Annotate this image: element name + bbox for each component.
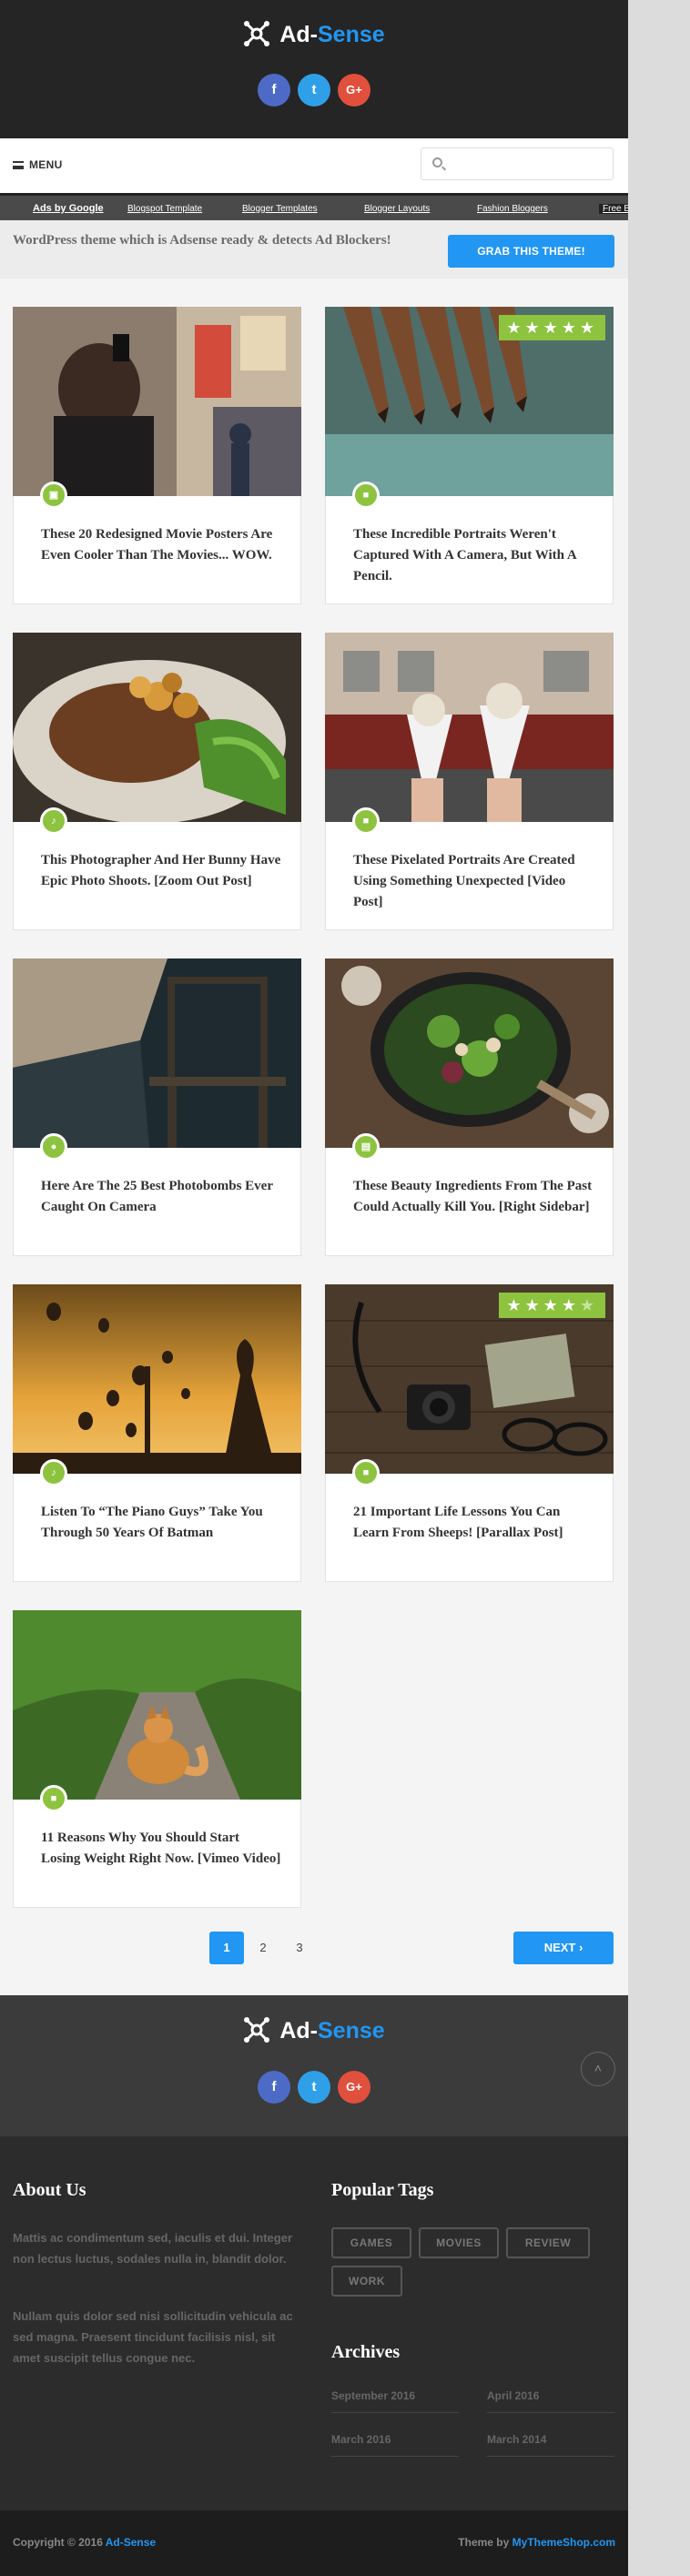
search-input[interactable] — [421, 147, 614, 180]
page: Ad-Sense f t G+ MENU Ads by Google Blogs… — [0, 0, 643, 2576]
facebook-icon[interactable]: f — [258, 74, 290, 106]
about-text: Nullam quis dolor sed nisi sollicitudin … — [13, 2309, 293, 2365]
tag-link[interactable]: REVIEW — [506, 2227, 590, 2258]
footer-social-links: f t G+ — [0, 2071, 628, 2104]
post-card[interactable]: ■ These Pixelated Portraits Are Created … — [325, 633, 614, 930]
post-card[interactable]: ★★★★★ ■ These Incredible Portraits Weren… — [325, 307, 614, 604]
post-thumbnail[interactable] — [13, 633, 301, 822]
gallery-icon: ▤ — [352, 1133, 380, 1161]
promo-text: WordPress theme which is Adsense ready &… — [13, 233, 391, 248]
theme-credit: Theme by MyThemeShop.com — [458, 2536, 615, 2549]
music-icon: ♪ — [40, 807, 67, 835]
about-text: Mattis ac condimentum sed, iaculis et du… — [13, 2231, 293, 2266]
footer-widgets: About Us Mattis ac condimentum sed, iacu… — [0, 2136, 628, 2510]
copyright: Copyright © 2016 Ad-Sense — [13, 2536, 156, 2549]
search-icon — [432, 157, 442, 167]
ad-links-bar: Ads by Google Blogspot Template Blogger … — [0, 193, 643, 220]
site-header: Ad-Sense f t G+ — [0, 0, 628, 138]
post-thumbnail[interactable] — [325, 633, 614, 822]
tag-link[interactable]: MOVIES — [419, 2227, 499, 2258]
post-title[interactable]: These Incredible Portraits Weren't Captu… — [353, 524, 594, 587]
ad-link[interactable]: Fashion Bloggers — [477, 204, 548, 214]
post-card[interactable]: ● Here Are The 25 Best Photobombs Ever C… — [13, 958, 301, 1256]
header-social-links: f t G+ — [0, 74, 628, 106]
post-title[interactable]: Listen To “The Piano Guys” Take You Thro… — [41, 1502, 282, 1544]
post-thumbnail[interactable] — [13, 307, 301, 496]
footer-bottom-bar: Copyright © 2016 Ad-Sense Theme by MyThe… — [0, 2510, 628, 2576]
post-title[interactable]: These Pixelated Portraits Are Created Us… — [353, 850, 594, 913]
page-link[interactable]: 3 — [282, 1932, 317, 1964]
archive-link[interactable]: April 2016 — [487, 2389, 614, 2413]
video-icon: ■ — [40, 1785, 67, 1812]
facebook-icon[interactable]: f — [258, 2071, 290, 2104]
twitter-icon[interactable]: t — [298, 74, 330, 106]
google-plus-icon[interactable]: G+ — [338, 74, 370, 106]
video-icon: ■ — [352, 1459, 380, 1486]
post-card[interactable]: ♪ This Photographer And Her Bunny Have E… — [13, 633, 301, 930]
post-title[interactable]: 21 Important Life Lessons You Can Learn … — [353, 1502, 594, 1544]
twitter-icon[interactable]: t — [298, 2071, 330, 2104]
post-thumbnail[interactable] — [13, 1284, 301, 1474]
brand-part1: Ad- — [279, 2018, 318, 2044]
page-link[interactable]: 2 — [246, 1932, 280, 1964]
archive-link[interactable]: September 2016 — [331, 2389, 459, 2413]
post-card[interactable]: ▤ These Beauty Ingredients From The Past… — [325, 958, 614, 1256]
archive-link[interactable]: March 2016 — [331, 2433, 459, 2457]
copyright-prefix: Copyright © 2016 — [13, 2536, 103, 2549]
tags-heading: Popular Tags — [331, 2180, 434, 2200]
star-rating: ★★★★★ — [499, 315, 605, 340]
video-icon: ■ — [352, 482, 380, 509]
brand-part2: Sense — [317, 22, 385, 47]
ad-link[interactable]: Blogger Templates — [242, 204, 318, 214]
video-icon: ■ — [352, 807, 380, 835]
next-page-button[interactable]: NEXT › — [513, 1932, 614, 1964]
archive-link[interactable]: March 2014 — [487, 2433, 614, 2457]
post-card[interactable]: ■ 11 Reasons Why You Should Start Losing… — [13, 1610, 301, 1908]
about-heading: About Us — [13, 2180, 86, 2200]
post-thumbnail[interactable] — [325, 958, 614, 1148]
ad-link[interactable]: Blogger Layouts — [364, 204, 430, 214]
tag-link[interactable]: WORK — [331, 2266, 402, 2297]
copyright-site-link[interactable]: Ad-Sense — [106, 2536, 156, 2549]
google-plus-icon[interactable]: G+ — [338, 2071, 370, 2104]
post-card[interactable]: ♪ Listen To “The Piano Guys” Take You Th… — [13, 1284, 301, 1582]
menu-button[interactable]: MENU — [13, 158, 63, 171]
music-icon: ♪ — [40, 1459, 67, 1486]
grab-theme-button[interactable]: GRAB THIS THEME! — [448, 235, 614, 268]
logo-icon — [244, 2017, 270, 2043]
post-title[interactable]: These Beauty Ingredients From The Past C… — [353, 1176, 594, 1218]
viewport-background — [628, 0, 690, 2576]
archives-heading: Archives — [331, 2342, 401, 2362]
ad-link[interactable]: Blogspot Template — [127, 204, 202, 214]
star-rating: ★★★★★ — [499, 1293, 605, 1318]
page-link-current[interactable]: 1 — [209, 1932, 244, 1964]
brand-part2: Sense — [317, 2018, 385, 2044]
post-title[interactable]: 11 Reasons Why You Should Start Losing W… — [41, 1828, 282, 1870]
brand-part1: Ad- — [279, 22, 318, 47]
post-title[interactable]: Here Are The 25 Best Photobombs Ever Cau… — [41, 1176, 282, 1218]
tag-link[interactable]: GAMES — [331, 2227, 411, 2258]
footer-logo[interactable]: Ad-Sense — [0, 2016, 628, 2044]
post-title[interactable]: These 20 Redesigned Movie Posters Are Ev… — [41, 524, 282, 566]
menu-label: MENU — [29, 158, 63, 171]
ads-by-google-link[interactable]: Ads by Google — [33, 203, 104, 214]
post-card[interactable]: ★★★★★ ■ 21 Important Life Lessons You Ca… — [325, 1284, 614, 1582]
footer-brand-area: Ad-Sense f t G+ ˄ — [0, 1995, 628, 2136]
theme-prefix: Theme by — [458, 2536, 510, 2549]
post-title[interactable]: This Photographer And Her Bunny Have Epi… — [41, 850, 282, 892]
site-logo[interactable]: Ad-Sense — [0, 20, 628, 48]
logo-icon — [244, 21, 270, 46]
theme-author-link[interactable]: MyThemeShop.com — [512, 2536, 615, 2549]
post-card[interactable]: ▣ These 20 Redesigned Movie Posters Are … — [13, 307, 301, 604]
pin-icon: ● — [40, 1133, 67, 1161]
hamburger-icon — [13, 161, 24, 169]
image-icon: ▣ — [40, 482, 67, 509]
pagination: 1 2 3 NEXT › — [0, 1932, 628, 1966]
post-thumbnail[interactable] — [13, 958, 301, 1148]
post-thumbnail[interactable] — [13, 1610, 301, 1800]
back-to-top-button[interactable]: ˄ — [581, 2052, 615, 2086]
